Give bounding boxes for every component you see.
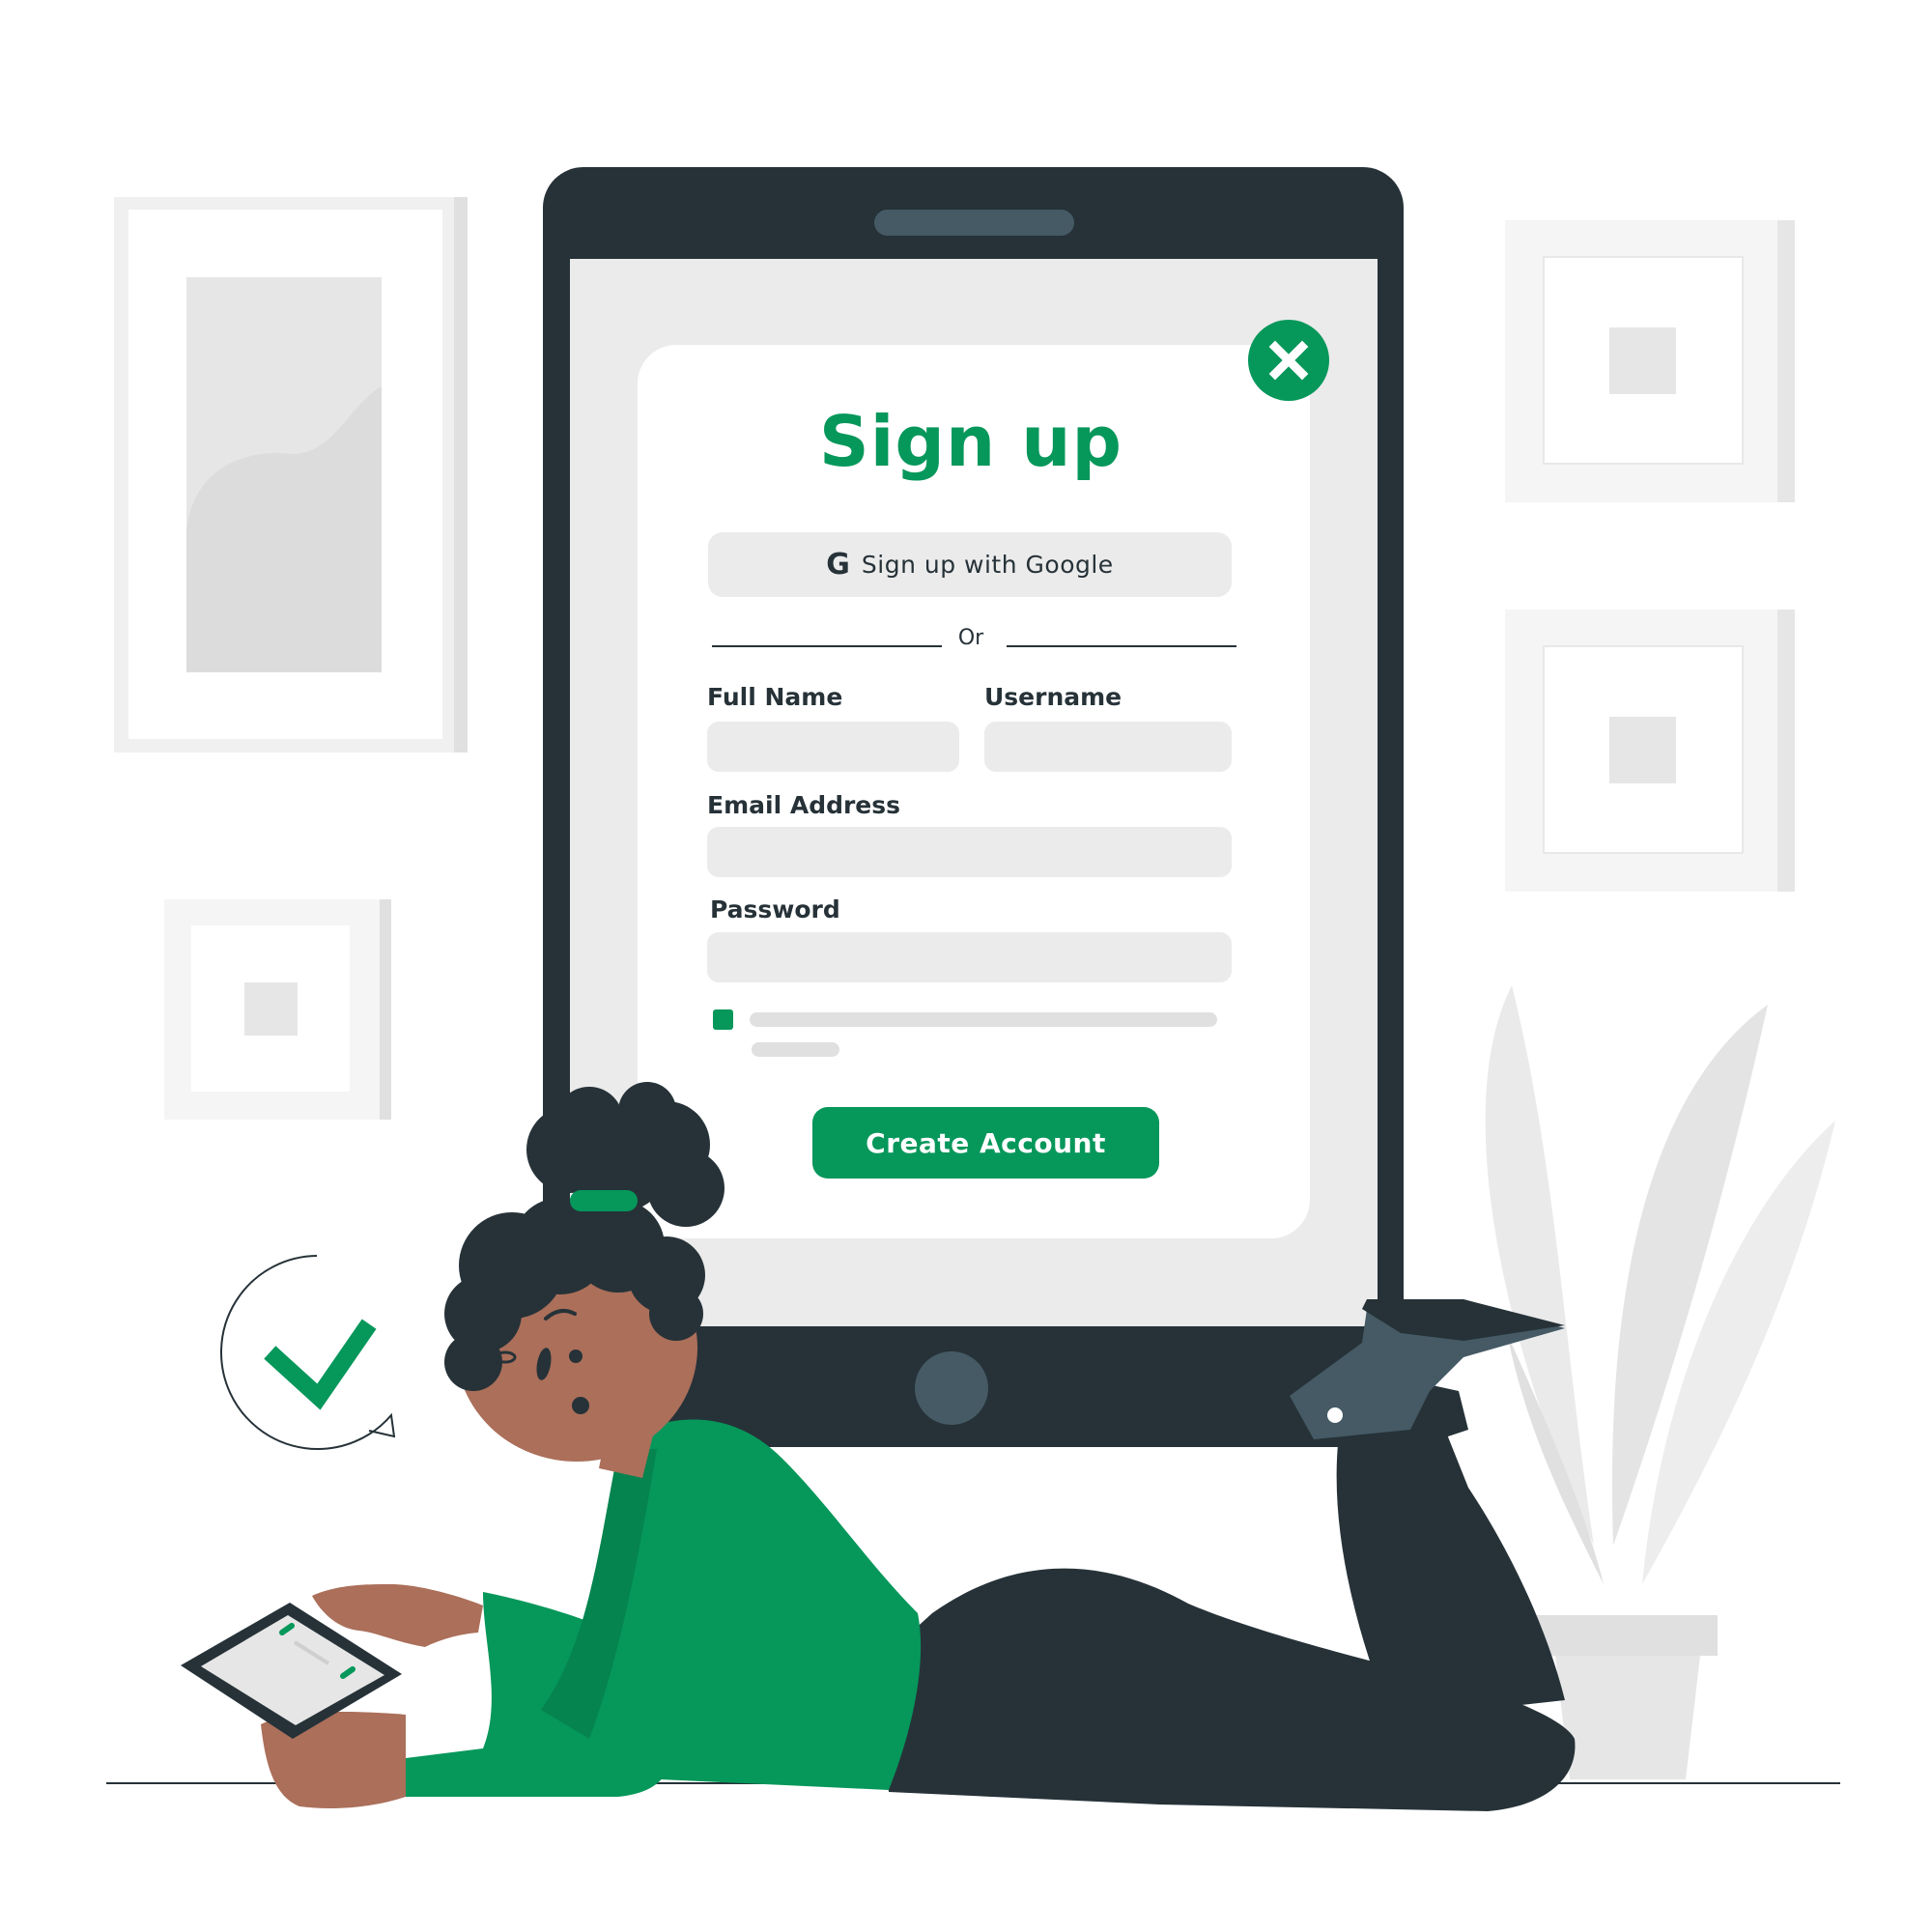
full-name-field[interactable]: [707, 722, 959, 772]
terms-checkbox[interactable]: [713, 1009, 733, 1030]
google-signup-label: Sign up with Google: [861, 551, 1114, 579]
checkmark-bubble: [220, 1255, 396, 1450]
username-field[interactable]: [984, 722, 1232, 772]
email-field[interactable]: [707, 827, 1232, 877]
wall-frame-right-top: [1505, 220, 1795, 502]
close-button[interactable]: [1248, 320, 1329, 401]
divider-or-text: Or: [957, 626, 984, 650]
password-field[interactable]: [707, 932, 1232, 982]
wall-frame-small-left: [164, 899, 391, 1120]
google-icon: G: [826, 548, 850, 582]
email-label: Email Address: [707, 791, 901, 819]
terms-text-placeholder-short: [752, 1042, 839, 1057]
wall-frame-large-left: [114, 197, 468, 753]
wall-frame-right-bottom: [1505, 610, 1795, 892]
terms-text-placeholder: [750, 1012, 1217, 1027]
username-label: Username: [984, 683, 1122, 711]
full-name-label: Full Name: [707, 683, 843, 711]
password-label: Password: [710, 895, 840, 923]
close-icon: [1268, 340, 1309, 381]
create-account-button[interactable]: Create Account: [812, 1107, 1159, 1179]
google-signup-button[interactable]: G Sign up with Google: [708, 532, 1232, 597]
page-title: Sign up: [818, 401, 1123, 482]
